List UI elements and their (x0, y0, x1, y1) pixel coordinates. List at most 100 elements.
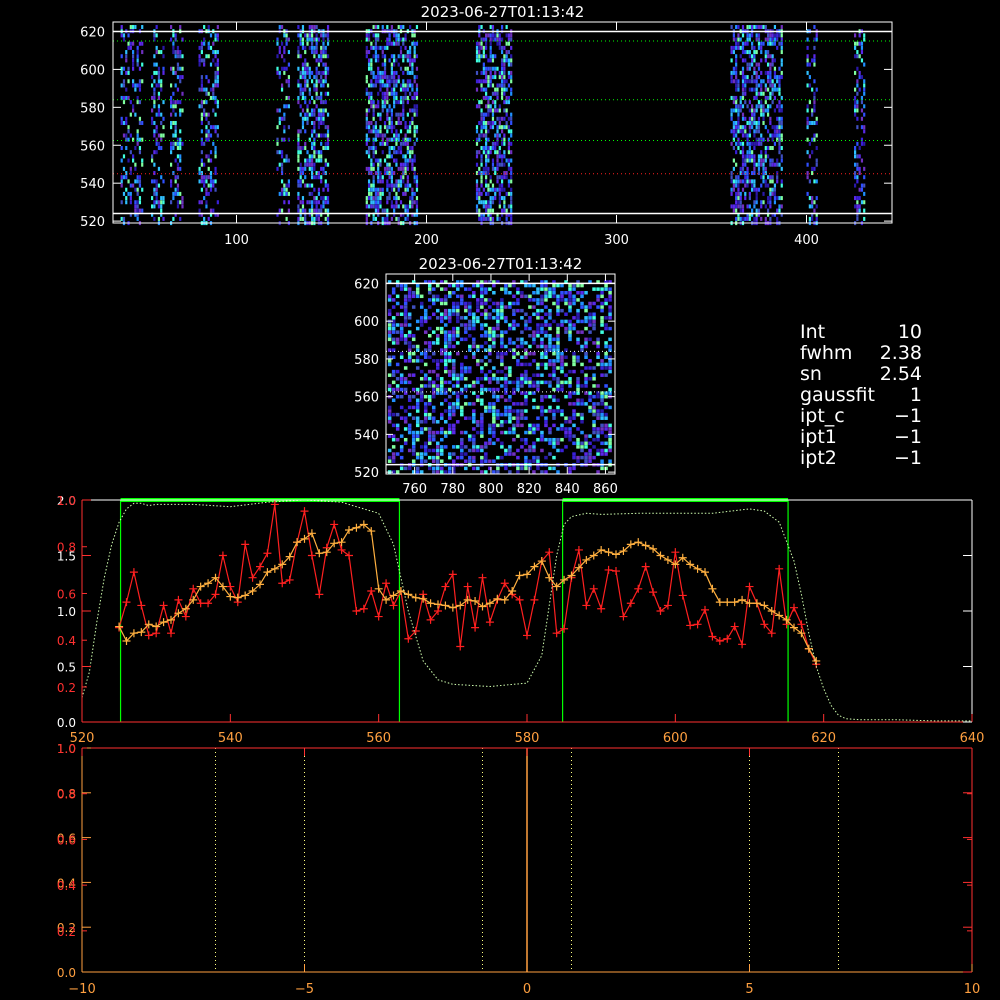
heatmap-pixel (737, 196, 740, 201)
heatmap-pixel (751, 116, 754, 121)
heatmap-pixel (596, 434, 600, 438)
heatmap-pixel (388, 75, 391, 80)
heatmap-pixel (365, 216, 368, 221)
heatmap-pixel (858, 171, 861, 176)
heatmap-pixel (395, 312, 400, 316)
heatmap-pixel (735, 70, 738, 75)
heatmap-pixel (280, 154, 284, 159)
heatmap-pixel (504, 412, 508, 417)
heatmap-pixel (536, 366, 540, 370)
heatmap-pixel (748, 191, 751, 196)
heatmap-pixel (548, 323, 552, 327)
x-tick-label: −10 (68, 982, 95, 997)
heatmap-pixel (524, 326, 528, 331)
heatmap-pixel (568, 394, 572, 399)
heatmap-pixel (500, 301, 504, 306)
heatmap-pixel (448, 337, 452, 342)
heatmap-pixel (556, 337, 560, 342)
heatmap-pixel (315, 158, 318, 163)
heatmap-pixel (407, 423, 412, 428)
heatmap-pixel (391, 455, 396, 460)
heatmap-pixel (200, 200, 203, 205)
heatmap-pixel (762, 171, 765, 176)
heatmap-pixel (409, 25, 412, 30)
heatmap-pixel (489, 79, 492, 84)
heatmap-pixel (484, 330, 488, 334)
heatmap-pixel (496, 179, 499, 184)
heatmap-pixel (120, 33, 123, 38)
heatmap-pixel (492, 301, 496, 306)
series-point-red (738, 640, 747, 649)
heatmap-pixel (528, 391, 532, 395)
heatmap-pixel (374, 120, 378, 125)
heatmap-pixel (576, 316, 580, 320)
heatmap-pixel (444, 334, 448, 338)
heatmap-pixel (769, 66, 772, 71)
heatmap-pixel (773, 70, 777, 75)
heatmap-pixel (564, 298, 568, 302)
heatmap-pixel (494, 141, 497, 146)
heatmap-pixel (472, 326, 476, 331)
heatmap-pixel (489, 204, 492, 209)
heatmap-pixel (297, 208, 300, 213)
heatmap-pixel (528, 305, 532, 309)
heatmap-pixel (387, 308, 392, 313)
heatmap-pixel (390, 171, 393, 176)
heatmap-pixel (536, 455, 540, 460)
heatmap-pixel (138, 116, 142, 121)
heatmap-pixel (480, 162, 483, 167)
heatmap-pixel (776, 133, 779, 138)
heatmap-pixel (387, 298, 392, 302)
heatmap-pixel (500, 62, 504, 67)
heatmap-pixel (456, 373, 460, 377)
heatmap-pixel (413, 175, 416, 180)
heatmap-pixel (393, 158, 396, 163)
heatmap-pixel (536, 384, 540, 388)
heatmap-pixel (423, 412, 428, 417)
heatmap-pixel (778, 120, 781, 125)
heatmap-pixel (435, 359, 440, 363)
heatmap-pixel (122, 66, 126, 71)
heatmap-pixel (170, 179, 173, 184)
heatmap-pixel (313, 112, 316, 117)
heatmap-pixel (510, 70, 513, 75)
heatmap-pixel (304, 75, 307, 80)
y-tick-label: 580 (354, 353, 379, 368)
heatmap-pixel (536, 423, 540, 428)
heatmap-pixel (568, 330, 572, 334)
heatmap-pixel (310, 45, 314, 50)
heatmap-pixel (540, 341, 544, 345)
heatmap-pixel (411, 108, 414, 113)
heatmap-pixel (494, 91, 497, 96)
heatmap-pixel (813, 62, 816, 67)
heatmap-pixel (503, 171, 506, 176)
heatmap-pixel (608, 430, 612, 435)
heatmap-pixel (388, 196, 391, 201)
heatmap-pixel (860, 45, 864, 50)
heatmap-pixel (755, 50, 758, 55)
heatmap-pixel (485, 175, 488, 180)
heatmap-pixel (367, 108, 371, 113)
heatmap-pixel (753, 54, 756, 59)
heatmap-pixel (500, 445, 504, 449)
heatmap-pixel (390, 25, 393, 30)
heatmap-pixel (209, 208, 213, 213)
heatmap-pixel (419, 394, 424, 399)
heatmap-pixel (214, 150, 217, 155)
heatmap-pixel (320, 175, 323, 180)
heatmap-pixel (134, 83, 137, 88)
heatmap-pixel (751, 25, 754, 30)
heatmap-pixel (452, 312, 456, 316)
heatmap-pixel (388, 120, 391, 125)
heatmap-pixel (507, 150, 511, 155)
heatmap-pixel (435, 298, 440, 302)
heatmap-pixel (769, 158, 772, 163)
heatmap-pixel (548, 409, 552, 413)
heatmap-pixel (757, 45, 761, 50)
series-point-red (256, 562, 264, 571)
heatmap-pixel (125, 200, 128, 205)
heatmap-pixel (395, 129, 398, 134)
heatmap-pixel (404, 125, 407, 130)
heatmap-pixel (407, 312, 412, 316)
heatmap-pixel (584, 441, 588, 446)
